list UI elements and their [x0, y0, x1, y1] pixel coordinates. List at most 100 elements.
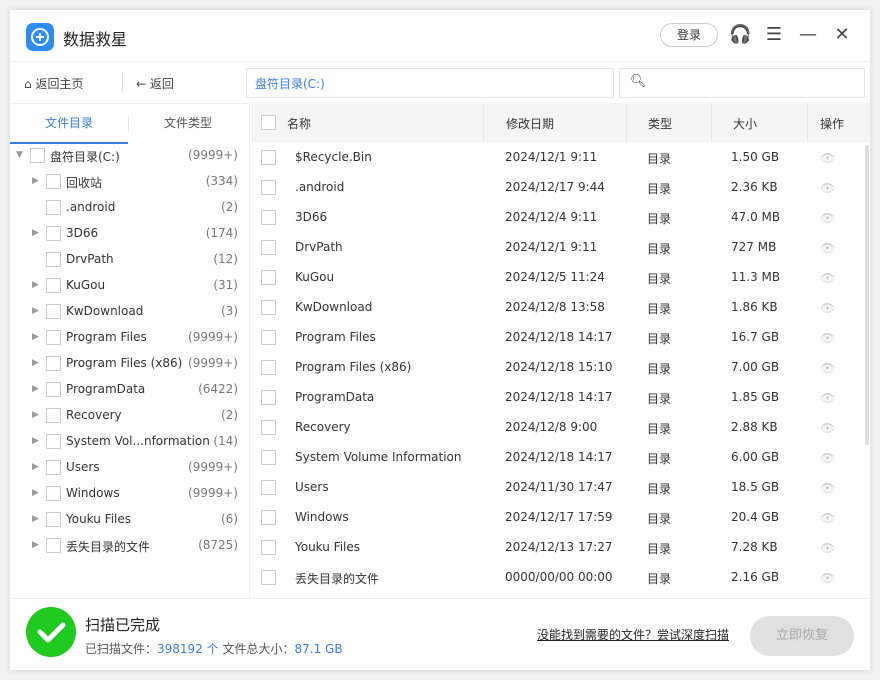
row-checkbox[interactable] [261, 210, 276, 225]
deep-scan-link[interactable]: 没能找到需要的文件？尝试深度扫描 [537, 626, 729, 643]
table-row[interactable]: KwDownload 2024/12/8 13:58 目录 1.86 KB 👁︎ [251, 292, 861, 322]
preview-eye-icon[interactable]: 👁︎ [820, 271, 835, 285]
header-type[interactable]: 类型 [648, 115, 672, 132]
caret-right-icon[interactable]: ▶ [32, 540, 39, 550]
table-row[interactable]: ProgramData 2024/12/18 14:17 目录 1.85 GB 👁︎ [251, 382, 861, 412]
recover-button[interactable]: 立即恢复 [750, 616, 854, 656]
tree-checkbox[interactable] [46, 226, 61, 241]
header-date[interactable]: 修改日期 [506, 115, 554, 132]
caret-right-icon[interactable]: ▶ [32, 488, 39, 498]
tree-checkbox[interactable] [46, 460, 61, 475]
table-row[interactable]: Program Files 2024/12/18 14:17 目录 16.7 GB 👁︎ [251, 322, 861, 352]
tab-file-directory[interactable]: 文件目录 [10, 104, 128, 144]
menu-icon[interactable]: ☰ [763, 24, 785, 46]
search-input[interactable]: 🔍︎ [619, 68, 865, 98]
tree-item[interactable]: ▶ Windows (9999+) [10, 481, 250, 507]
preview-eye-icon[interactable]: 👁︎ [820, 541, 835, 555]
table-row[interactable]: Windows 2024/12/17 17:59 目录 20.4 GB 👁︎ [251, 502, 861, 532]
path-bar[interactable]: 盘符目录(C:) [246, 68, 614, 98]
table-row[interactable]: KuGou 2024/12/5 11:24 目录 11.3 MB 👁︎ [251, 262, 861, 292]
preview-eye-icon[interactable]: 👁︎ [820, 421, 835, 435]
caret-right-icon[interactable]: ▶ [32, 410, 39, 420]
row-checkbox[interactable] [261, 150, 276, 165]
login-button[interactable]: 登录 [660, 23, 718, 47]
tab-file-type[interactable]: 文件类型 [129, 104, 247, 144]
tree-checkbox[interactable] [46, 200, 61, 215]
row-checkbox[interactable] [261, 390, 276, 405]
preview-eye-icon[interactable]: 👁︎ [820, 241, 835, 255]
caret-right-icon[interactable]: ▶ [32, 280, 39, 290]
tree-item[interactable]: ▶ Program Files (9999+) [10, 325, 250, 351]
close-icon[interactable]: ✕ [831, 24, 853, 46]
table-row[interactable]: DrvPath 2024/12/1 9:11 目录 727 MB 👁︎ [251, 232, 861, 262]
row-checkbox[interactable] [261, 330, 276, 345]
tree-checkbox[interactable] [46, 382, 61, 397]
table-row[interactable]: Users 2024/11/30 17:47 目录 18.5 GB 👁︎ [251, 472, 861, 502]
preview-eye-icon[interactable]: 👁︎ [820, 571, 835, 585]
preview-eye-icon[interactable]: 👁︎ [820, 451, 835, 465]
tree-item[interactable]: ▶ Program Files (x86) (9999+) [10, 351, 250, 377]
tree-checkbox[interactable] [30, 148, 45, 163]
preview-eye-icon[interactable]: 👁︎ [820, 481, 835, 495]
row-checkbox[interactable] [261, 480, 276, 495]
row-checkbox[interactable] [261, 510, 276, 525]
tree-item[interactable]: ▶ KuGou (31) [10, 273, 250, 299]
tree-item[interactable]: ▶ Recovery (2) [10, 403, 250, 429]
tree-checkbox[interactable] [46, 278, 61, 293]
tree-item[interactable]: ▶ Users (9999+) [10, 455, 250, 481]
minimize-icon[interactable]: — [797, 24, 819, 46]
tree-checkbox[interactable] [46, 434, 61, 449]
row-checkbox[interactable] [261, 240, 276, 255]
tree-checkbox[interactable] [46, 512, 61, 527]
tree-checkbox[interactable] [46, 408, 61, 423]
tree-item[interactable]: ▶ ProgramData (6422) [10, 377, 250, 403]
tree-item[interactable]: .android (2) [10, 195, 250, 221]
table-row[interactable]: .android 2024/12/17 9:44 目录 2.36 KB 👁︎ [251, 172, 861, 202]
tree-item[interactable]: ▶ 3D66 (174) [10, 221, 250, 247]
tree-item[interactable]: ▶ 回收站 (334) [10, 169, 250, 195]
row-checkbox[interactable] [261, 570, 276, 585]
preview-eye-icon[interactable]: 👁︎ [820, 361, 835, 375]
select-all-checkbox[interactable] [261, 115, 276, 130]
row-checkbox[interactable] [261, 450, 276, 465]
tree-item[interactable]: ▶ Youku Files (6) [10, 507, 250, 533]
home-button[interactable]: ⌂ 返回主页 [24, 75, 83, 92]
tree-item-root[interactable]: ▼ 盘符目录(C:) (9999+) [10, 143, 250, 169]
caret-right-icon[interactable]: ▶ [32, 514, 39, 524]
preview-eye-icon[interactable]: 👁︎ [820, 391, 835, 405]
tree-checkbox[interactable] [46, 356, 61, 371]
scrollbar[interactable] [865, 145, 869, 445]
caret-down-icon[interactable]: ▼ [16, 150, 23, 160]
tree-checkbox[interactable] [46, 304, 61, 319]
tree-checkbox[interactable] [46, 538, 61, 553]
row-checkbox[interactable] [261, 420, 276, 435]
tree-checkbox[interactable] [46, 330, 61, 345]
tree-checkbox[interactable] [46, 486, 61, 501]
caret-right-icon[interactable]: ▶ [32, 384, 39, 394]
row-checkbox[interactable] [261, 180, 276, 195]
caret-right-icon[interactable]: ▶ [32, 228, 39, 238]
caret-right-icon[interactable]: ▶ [32, 436, 39, 446]
table-row[interactable]: $Recycle.Bin 2024/12/1 9:11 目录 1.50 GB 👁︎ [251, 142, 861, 172]
caret-right-icon[interactable]: ▶ [32, 306, 39, 316]
table-row[interactable]: System Volume Information 2024/12/18 14:1… [251, 442, 861, 472]
tree-item[interactable]: ▶ KwDownload (3) [10, 299, 250, 325]
table-row[interactable]: Program Files (x86) 2024/12/18 15:10 目录 7.0… [251, 352, 861, 382]
table-row[interactable]: Recovery 2024/12/8 9:00 目录 2.88 KB 👁︎ [251, 412, 861, 442]
preview-eye-icon[interactable]: 👁︎ [820, 511, 835, 525]
header-name[interactable]: 名称 [287, 115, 311, 132]
tree-checkbox[interactable] [46, 252, 61, 267]
caret-right-icon[interactable]: ▶ [32, 462, 39, 472]
preview-eye-icon[interactable]: 👁︎ [820, 211, 835, 225]
table-row[interactable]: 3D66 2024/12/4 9:11 目录 47.0 MB 👁︎ [251, 202, 861, 232]
headset-icon[interactable]: 🎧 [729, 24, 751, 46]
row-checkbox[interactable] [261, 300, 276, 315]
table-row[interactable]: 丢失目录的文件 0000/00/00 00:00 目录 2.16 GB 👁︎ [251, 562, 861, 592]
header-size[interactable]: 大小 [733, 115, 757, 132]
tree-item[interactable]: ▶ 丢失目录的文件 (8725) [10, 533, 250, 559]
tree-checkbox[interactable] [46, 174, 61, 189]
back-button[interactable]: ← 返回 [136, 75, 174, 92]
row-checkbox[interactable] [261, 540, 276, 555]
caret-right-icon[interactable]: ▶ [32, 176, 39, 186]
row-checkbox[interactable] [261, 360, 276, 375]
